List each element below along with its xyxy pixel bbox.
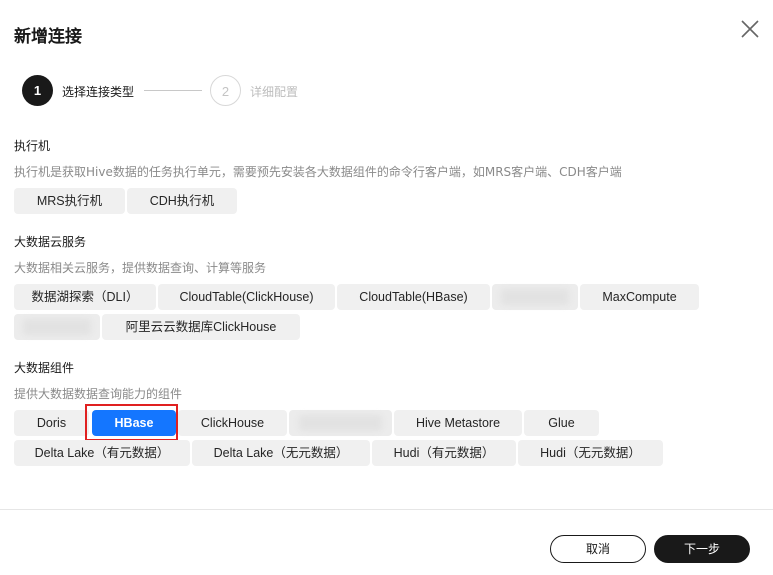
section-desc-components: 提供大数据数据查询能力的组件 (14, 387, 183, 401)
dialog-title: 新增连接 (14, 27, 82, 47)
redacted-label (22, 318, 92, 336)
redacted-label (500, 288, 570, 306)
section-title-components: 大数据组件 (14, 361, 75, 375)
option-redacted-1[interactable] (492, 284, 578, 310)
option-cloudtable-clickhouse[interactable]: CloudTable(ClickHouse) (158, 284, 335, 310)
option-delta-lake-no-meta[interactable]: Delta Lake（无元数据） (192, 440, 370, 466)
section-desc-cloud: 大数据相关云服务，提供数据查询、计算等服务 (14, 261, 267, 275)
step-connector (144, 90, 202, 91)
option-aliyun-clickhouse[interactable]: 阿里云云数据库ClickHouse (102, 314, 300, 340)
redacted-label (299, 414, 382, 432)
option-redacted-2[interactable] (14, 314, 100, 340)
option-doris[interactable]: Doris (14, 410, 89, 436)
cancel-button[interactable]: 取消 (550, 535, 646, 563)
step-1-number: 1 (22, 75, 53, 106)
option-clickhouse[interactable]: ClickHouse (178, 410, 287, 436)
selection-highlight (85, 404, 178, 441)
option-maxcompute[interactable]: MaxCompute (580, 284, 699, 310)
option-cloudtable-hbase[interactable]: CloudTable(HBase) (337, 284, 490, 310)
section-title-cloud: 大数据云服务 (14, 235, 87, 249)
close-icon[interactable] (740, 19, 760, 39)
step-2-label: 详细配置 (250, 85, 299, 99)
option-hudi-with-meta[interactable]: Hudi（有元数据） (372, 440, 516, 466)
step-1-label: 选择连接类型 (62, 85, 135, 99)
option-delta-lake-with-meta[interactable]: Delta Lake（有元数据） (14, 440, 190, 466)
step-2-number: 2 (210, 75, 241, 106)
option-mrs-executor[interactable]: MRS执行机 (14, 188, 125, 214)
section-title-executor: 执行机 (14, 139, 51, 153)
option-dli[interactable]: 数据湖探索（DLI） (14, 284, 156, 310)
section-desc-executor: 执行机是获取Hive数据的任务执行单元，需要预先安装各大数据组件的命令行客户端，… (14, 165, 622, 179)
footer-divider (0, 509, 773, 510)
option-glue[interactable]: Glue (524, 410, 599, 436)
option-hudi-no-meta[interactable]: Hudi（无元数据） (518, 440, 663, 466)
next-button[interactable]: 下一步 (654, 535, 750, 563)
option-cdh-executor[interactable]: CDH执行机 (127, 188, 237, 214)
option-hive-metastore[interactable]: Hive Metastore (394, 410, 522, 436)
option-redacted-3[interactable] (289, 410, 392, 436)
